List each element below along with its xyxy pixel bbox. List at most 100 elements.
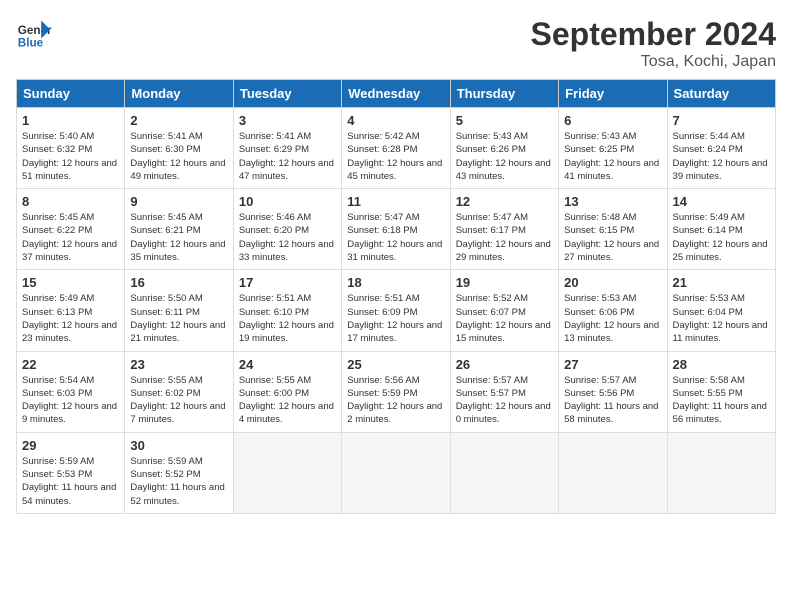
day-info: Sunrise: 5:52 AMSunset: 6:07 PMDaylight:… [456,293,551,344]
day-number: 25 [347,357,444,372]
day-info: Sunrise: 5:53 AMSunset: 6:06 PMDaylight:… [564,293,659,344]
day-number: 23 [130,357,227,372]
day-number: 11 [347,194,444,209]
svg-text:Blue: Blue [18,37,44,50]
weekday-header: Thursday [450,80,558,108]
day-info: Sunrise: 5:43 AMSunset: 6:26 PMDaylight:… [456,131,551,182]
calendar-day-cell: 22 Sunrise: 5:54 AMSunset: 6:03 PMDaylig… [17,351,125,432]
weekday-header: Tuesday [233,80,341,108]
day-info: Sunrise: 5:51 AMSunset: 6:10 PMDaylight:… [239,293,334,344]
calendar-table: SundayMondayTuesdayWednesdayThursdayFrid… [16,79,776,514]
day-number: 1 [22,113,119,128]
weekday-header: Saturday [667,80,775,108]
day-info: Sunrise: 5:44 AMSunset: 6:24 PMDaylight:… [673,131,768,182]
day-info: Sunrise: 5:45 AMSunset: 6:21 PMDaylight:… [130,212,225,263]
logo-icon: General Blue [16,16,52,52]
day-number: 22 [22,357,119,372]
day-info: Sunrise: 5:59 AMSunset: 5:53 PMDaylight:… [22,456,116,507]
page-header: General Blue September 2024 Tosa, Kochi,… [16,16,776,71]
calendar-day-cell: 24 Sunrise: 5:55 AMSunset: 6:00 PMDaylig… [233,351,341,432]
calendar-week-row: 1 Sunrise: 5:40 AMSunset: 6:32 PMDayligh… [17,108,776,189]
calendar-day-cell: 21 Sunrise: 5:53 AMSunset: 6:04 PMDaylig… [667,270,775,351]
calendar-day-cell: 10 Sunrise: 5:46 AMSunset: 6:20 PMDaylig… [233,189,341,270]
calendar-day-cell: 8 Sunrise: 5:45 AMSunset: 6:22 PMDayligh… [17,189,125,270]
weekday-header-row: SundayMondayTuesdayWednesdayThursdayFrid… [17,80,776,108]
calendar-day-cell: 15 Sunrise: 5:49 AMSunset: 6:13 PMDaylig… [17,270,125,351]
day-number: 10 [239,194,336,209]
day-info: Sunrise: 5:45 AMSunset: 6:22 PMDaylight:… [22,212,117,263]
calendar-week-row: 29 Sunrise: 5:59 AMSunset: 5:53 PMDaylig… [17,432,776,513]
day-number: 24 [239,357,336,372]
calendar-day-cell: 19 Sunrise: 5:52 AMSunset: 6:07 PMDaylig… [450,270,558,351]
calendar-day-cell: 12 Sunrise: 5:47 AMSunset: 6:17 PMDaylig… [450,189,558,270]
day-info: Sunrise: 5:55 AMSunset: 6:02 PMDaylight:… [130,375,225,426]
day-info: Sunrise: 5:57 AMSunset: 5:57 PMDaylight:… [456,375,551,426]
calendar-day-cell: 25 Sunrise: 5:56 AMSunset: 5:59 PMDaylig… [342,351,450,432]
day-info: Sunrise: 5:53 AMSunset: 6:04 PMDaylight:… [673,293,768,344]
calendar-day-cell: 28 Sunrise: 5:58 AMSunset: 5:55 PMDaylig… [667,351,775,432]
calendar-day-cell: 18 Sunrise: 5:51 AMSunset: 6:09 PMDaylig… [342,270,450,351]
calendar-day-cell [450,432,558,513]
calendar-day-cell: 27 Sunrise: 5:57 AMSunset: 5:56 PMDaylig… [559,351,667,432]
day-info: Sunrise: 5:42 AMSunset: 6:28 PMDaylight:… [347,131,442,182]
calendar-day-cell: 6 Sunrise: 5:43 AMSunset: 6:25 PMDayligh… [559,108,667,189]
day-number: 20 [564,275,661,290]
location-subtitle: Tosa, Kochi, Japan [531,53,776,71]
day-info: Sunrise: 5:54 AMSunset: 6:03 PMDaylight:… [22,375,117,426]
day-info: Sunrise: 5:47 AMSunset: 6:18 PMDaylight:… [347,212,442,263]
weekday-header: Wednesday [342,80,450,108]
logo: General Blue [16,16,52,52]
calendar-day-cell [342,432,450,513]
day-number: 3 [239,113,336,128]
calendar-day-cell: 16 Sunrise: 5:50 AMSunset: 6:11 PMDaylig… [125,270,233,351]
day-info: Sunrise: 5:46 AMSunset: 6:20 PMDaylight:… [239,212,334,263]
calendar-day-cell: 13 Sunrise: 5:48 AMSunset: 6:15 PMDaylig… [559,189,667,270]
title-area: September 2024 Tosa, Kochi, Japan [531,16,776,71]
day-number: 21 [673,275,770,290]
day-info: Sunrise: 5:41 AMSunset: 6:29 PMDaylight:… [239,131,334,182]
day-number: 28 [673,357,770,372]
day-info: Sunrise: 5:50 AMSunset: 6:11 PMDaylight:… [130,293,225,344]
calendar-week-row: 8 Sunrise: 5:45 AMSunset: 6:22 PMDayligh… [17,189,776,270]
calendar-week-row: 22 Sunrise: 5:54 AMSunset: 6:03 PMDaylig… [17,351,776,432]
calendar-day-cell [233,432,341,513]
weekday-header: Friday [559,80,667,108]
day-info: Sunrise: 5:56 AMSunset: 5:59 PMDaylight:… [347,375,442,426]
day-number: 13 [564,194,661,209]
day-info: Sunrise: 5:55 AMSunset: 6:00 PMDaylight:… [239,375,334,426]
calendar-day-cell: 30 Sunrise: 5:59 AMSunset: 5:52 PMDaylig… [125,432,233,513]
day-info: Sunrise: 5:51 AMSunset: 6:09 PMDaylight:… [347,293,442,344]
day-number: 17 [239,275,336,290]
calendar-day-cell: 14 Sunrise: 5:49 AMSunset: 6:14 PMDaylig… [667,189,775,270]
day-info: Sunrise: 5:43 AMSunset: 6:25 PMDaylight:… [564,131,659,182]
day-info: Sunrise: 5:59 AMSunset: 5:52 PMDaylight:… [130,456,224,507]
day-info: Sunrise: 5:49 AMSunset: 6:14 PMDaylight:… [673,212,768,263]
weekday-header: Monday [125,80,233,108]
day-number: 30 [130,438,227,453]
calendar-day-cell: 3 Sunrise: 5:41 AMSunset: 6:29 PMDayligh… [233,108,341,189]
calendar-week-row: 15 Sunrise: 5:49 AMSunset: 6:13 PMDaylig… [17,270,776,351]
day-number: 29 [22,438,119,453]
calendar-day-cell: 20 Sunrise: 5:53 AMSunset: 6:06 PMDaylig… [559,270,667,351]
calendar-day-cell: 2 Sunrise: 5:41 AMSunset: 6:30 PMDayligh… [125,108,233,189]
day-info: Sunrise: 5:48 AMSunset: 6:15 PMDaylight:… [564,212,659,263]
calendar-day-cell: 9 Sunrise: 5:45 AMSunset: 6:21 PMDayligh… [125,189,233,270]
day-number: 5 [456,113,553,128]
day-number: 26 [456,357,553,372]
calendar-day-cell: 26 Sunrise: 5:57 AMSunset: 5:57 PMDaylig… [450,351,558,432]
day-number: 15 [22,275,119,290]
day-number: 18 [347,275,444,290]
day-info: Sunrise: 5:49 AMSunset: 6:13 PMDaylight:… [22,293,117,344]
month-title: September 2024 [531,16,776,53]
day-info: Sunrise: 5:41 AMSunset: 6:30 PMDaylight:… [130,131,225,182]
day-number: 7 [673,113,770,128]
day-number: 16 [130,275,227,290]
calendar-day-cell [667,432,775,513]
day-info: Sunrise: 5:47 AMSunset: 6:17 PMDaylight:… [456,212,551,263]
day-info: Sunrise: 5:40 AMSunset: 6:32 PMDaylight:… [22,131,117,182]
calendar-day-cell: 4 Sunrise: 5:42 AMSunset: 6:28 PMDayligh… [342,108,450,189]
day-number: 27 [564,357,661,372]
day-number: 19 [456,275,553,290]
calendar-day-cell: 1 Sunrise: 5:40 AMSunset: 6:32 PMDayligh… [17,108,125,189]
day-number: 9 [130,194,227,209]
